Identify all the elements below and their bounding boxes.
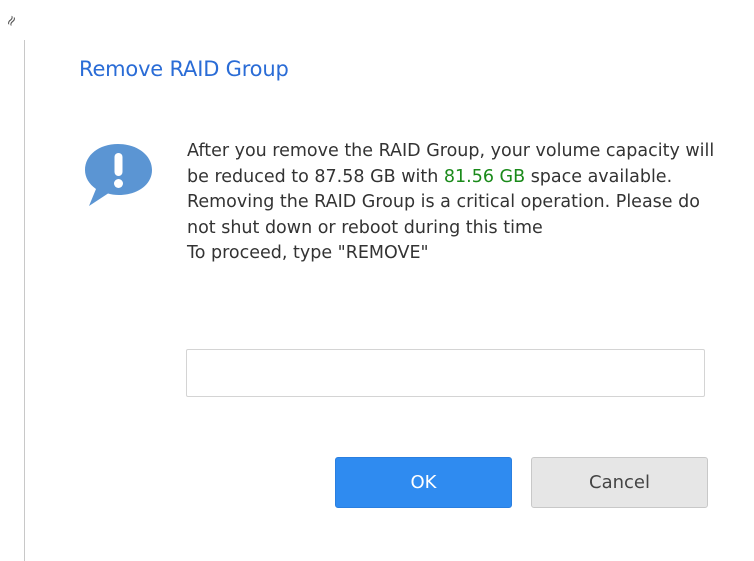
exclamation-speech-bubble-icon [85,144,152,206]
cancel-button[interactable]: Cancel [531,457,708,508]
available-space-highlight: 81.56 GB [443,166,526,187]
ok-button[interactable]: OK [335,457,512,508]
confirm-instruction: To proceed, type "REMOVE" [187,243,429,263]
dialog-page: ≈ Remove RAID Group After you remove the… [0,0,754,561]
confirm-remove-input[interactable] [186,349,705,397]
dialog-message: After you remove the RAID Group, your vo… [187,139,717,267]
resize-handle-icon: ≈ [2,11,22,31]
dialog-title: Remove RAID Group [79,57,289,81]
dialog-left-border [24,40,25,561]
